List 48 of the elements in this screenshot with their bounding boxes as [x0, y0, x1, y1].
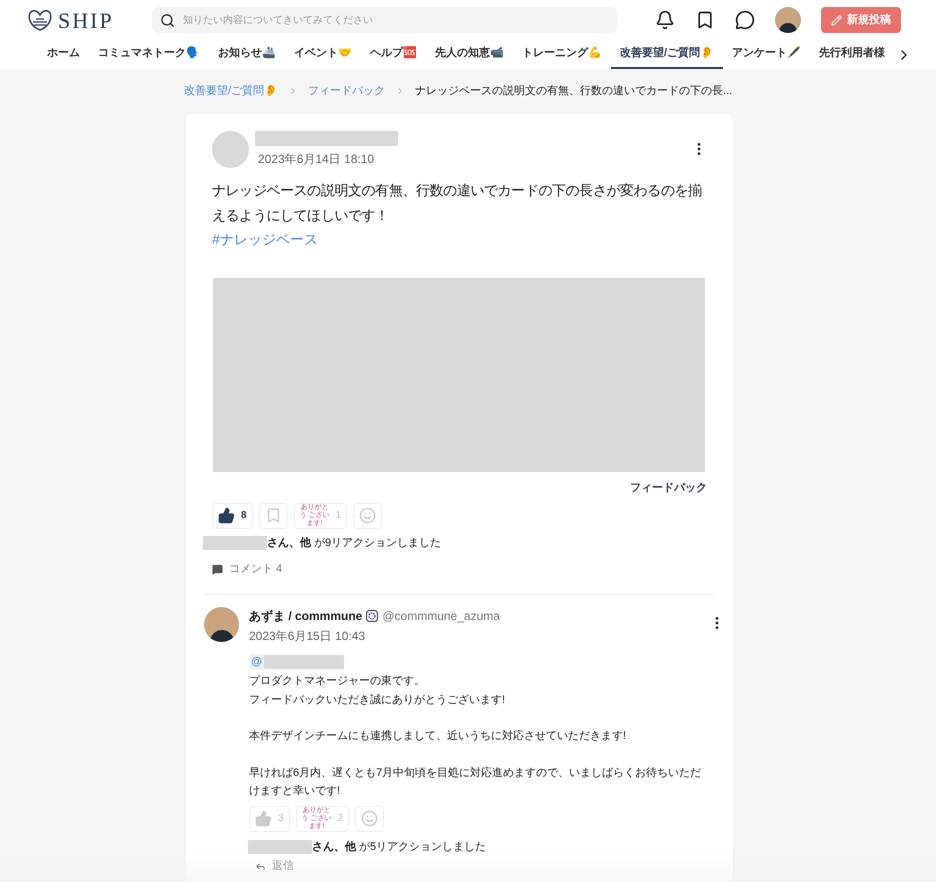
avatar: [204, 606, 239, 642]
reply-icon[interactable]: [255, 860, 266, 872]
hashtag-link[interactable]: #ナレッジベース: [212, 228, 707, 250]
reaction-summary: さん、他 が5リアクションしました: [312, 840, 486, 854]
avatar-placeholder: [212, 131, 249, 168]
nav-tab[interactable]: お知らせ🚢: [209, 40, 285, 69]
nav-tab[interactable]: トレーニング💪: [513, 40, 611, 69]
search-input[interactable]: 知りたい内容についてきいてみてください: [183, 12, 609, 28]
mention-tag: @: [249, 654, 264, 670]
nav-tab[interactable]: ホーム: [38, 40, 89, 69]
logo-text: SHIP: [58, 6, 114, 34]
category-label: フィードバック: [630, 481, 707, 496]
nav-tab[interactable]: 先人の知恵📹: [426, 40, 513, 69]
avatar[interactable]: [775, 7, 801, 33]
nav-tab[interactable]: アンケート🖋: [723, 40, 810, 69]
breadcrumb-link[interactable]: 改善要望/ご質問👂: [184, 82, 278, 100]
badge-icon: [366, 610, 378, 622]
nav-tab[interactable]: 先行利用者様: [810, 40, 894, 69]
comment-handle: @commmune_azuma: [382, 608, 500, 624]
pencil-icon: [831, 14, 842, 26]
redacted-block: [203, 536, 267, 550]
chat-icon[interactable]: [735, 10, 755, 30]
comment-date: 2023年6月15日 10:43: [249, 628, 366, 644]
comment-text: フィードバックいただき誠にありがとうございます!: [249, 692, 506, 708]
redacted-block: [248, 840, 312, 854]
post-body: ナレッジベースの説明文の有無、行数の違いでカードの下の長さが変わるのを揃えるようにしてほしいです！: [212, 181, 703, 225]
comment-text: プロダクトマネージャーの東です。: [249, 674, 426, 689]
bell-icon[interactable]: [655, 10, 675, 30]
nav-tab[interactable]: イベント🤝: [285, 40, 361, 69]
search-icon: [160, 12, 175, 28]
smiley-plus-icon: [361, 810, 378, 827]
search-field[interactable]: 知りたい内容についてきいてみてください: [152, 7, 617, 33]
smiley-plus-icon: [359, 507, 376, 524]
comment-icon: [212, 564, 223, 575]
comment-text: 早ければ6月内、遅くとも7月中旬頃を目処に対応進めますので、いましばらくお待ちいただけますと幸いです!: [249, 766, 702, 799]
thumbs-up-icon: [218, 507, 235, 524]
logo-icon: [26, 8, 54, 32]
nav-tab[interactable]: ヘルプ🆘: [361, 40, 426, 69]
comment-text: 本件デザインチームにも連携しまして、近いうちに対応させていただきます!: [249, 728, 628, 744]
reaction-summary: さん、他 が9リアクションしました: [267, 536, 442, 550]
comment-author: あずま / commmune: [249, 608, 362, 624]
post-date: 2023年6月14日 18:10: [258, 151, 376, 168]
comment-count: コメント 4: [229, 562, 282, 577]
nav-tab[interactable]: 改善要望/ご質問👂: [611, 40, 724, 69]
breadcrumb-current: ナレッジベースの説明文の有無、行数の違いでカードの下の長...: [415, 84, 732, 99]
like-button[interactable]: 8: [212, 502, 253, 528]
nav-tab[interactable]: コミュマネトーク🗣: [89, 40, 209, 69]
thumbs-up-icon: [255, 810, 272, 827]
